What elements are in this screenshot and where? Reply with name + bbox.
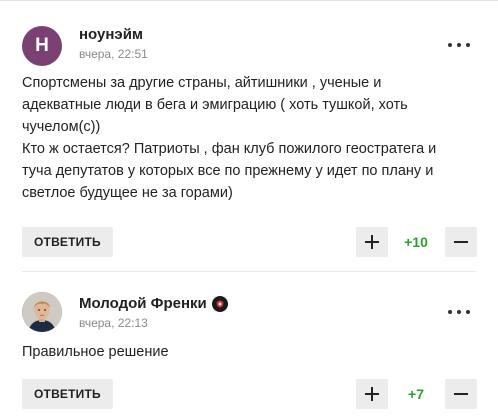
plus-icon bbox=[365, 235, 379, 249]
comment-text: Правильное решение bbox=[22, 341, 477, 363]
more-options-icon[interactable] bbox=[448, 306, 470, 318]
comment-text-line: адекватные люди в бега и эмиграцию ( хот… bbox=[22, 97, 408, 113]
club-badge-icon bbox=[211, 295, 228, 312]
more-options-icon[interactable] bbox=[448, 39, 470, 51]
comment: Н ноунэйм вчера, 22:51 Спортсмены за дру… bbox=[0, 0, 498, 272]
reply-button[interactable]: ОТВЕТИТЬ bbox=[22, 227, 113, 257]
comment-text-line: Правильное решение bbox=[22, 344, 169, 360]
reply-button[interactable]: ОТВЕТИТЬ bbox=[22, 379, 113, 409]
avatar-photo bbox=[22, 292, 62, 332]
comment-text-line: светлое будущее не за горами) bbox=[22, 185, 233, 201]
comment-timestamp: вчера, 22:13 bbox=[79, 316, 148, 330]
upvote-button[interactable] bbox=[356, 227, 388, 257]
avatar[interactable] bbox=[22, 292, 62, 332]
comment-author[interactable]: ноунэйм bbox=[79, 26, 143, 43]
downvote-button[interactable] bbox=[445, 227, 477, 257]
minus-icon bbox=[454, 393, 468, 395]
comment-text-line: туча депутатов у которых все по прежнему… bbox=[22, 163, 434, 179]
comment-text-line: чучелом(с)) bbox=[22, 119, 101, 135]
downvote-button[interactable] bbox=[445, 379, 477, 409]
comment: Молодой Френки вчера, 22:13 Правильное р… bbox=[0, 272, 498, 419]
author-name: Молодой Френки bbox=[79, 295, 207, 312]
comment-text-line: Спортсмены за другие страны, айтишники ,… bbox=[22, 75, 382, 91]
vote-score: +10 bbox=[404, 234, 428, 250]
comment-timestamp: вчера, 22:51 bbox=[79, 47, 148, 61]
comment-text-line: Кто ж остается? Патриоты , фан клуб пожи… bbox=[22, 141, 437, 157]
vote-score: +7 bbox=[408, 386, 424, 402]
minus-icon bbox=[454, 241, 468, 243]
comment-author[interactable]: Молодой Френки bbox=[79, 295, 228, 312]
avatar[interactable]: Н bbox=[22, 26, 62, 66]
comment-text: Спортсмены за другие страны, айтишники ,… bbox=[22, 72, 477, 204]
upvote-button[interactable] bbox=[356, 379, 388, 409]
plus-icon bbox=[365, 387, 379, 401]
